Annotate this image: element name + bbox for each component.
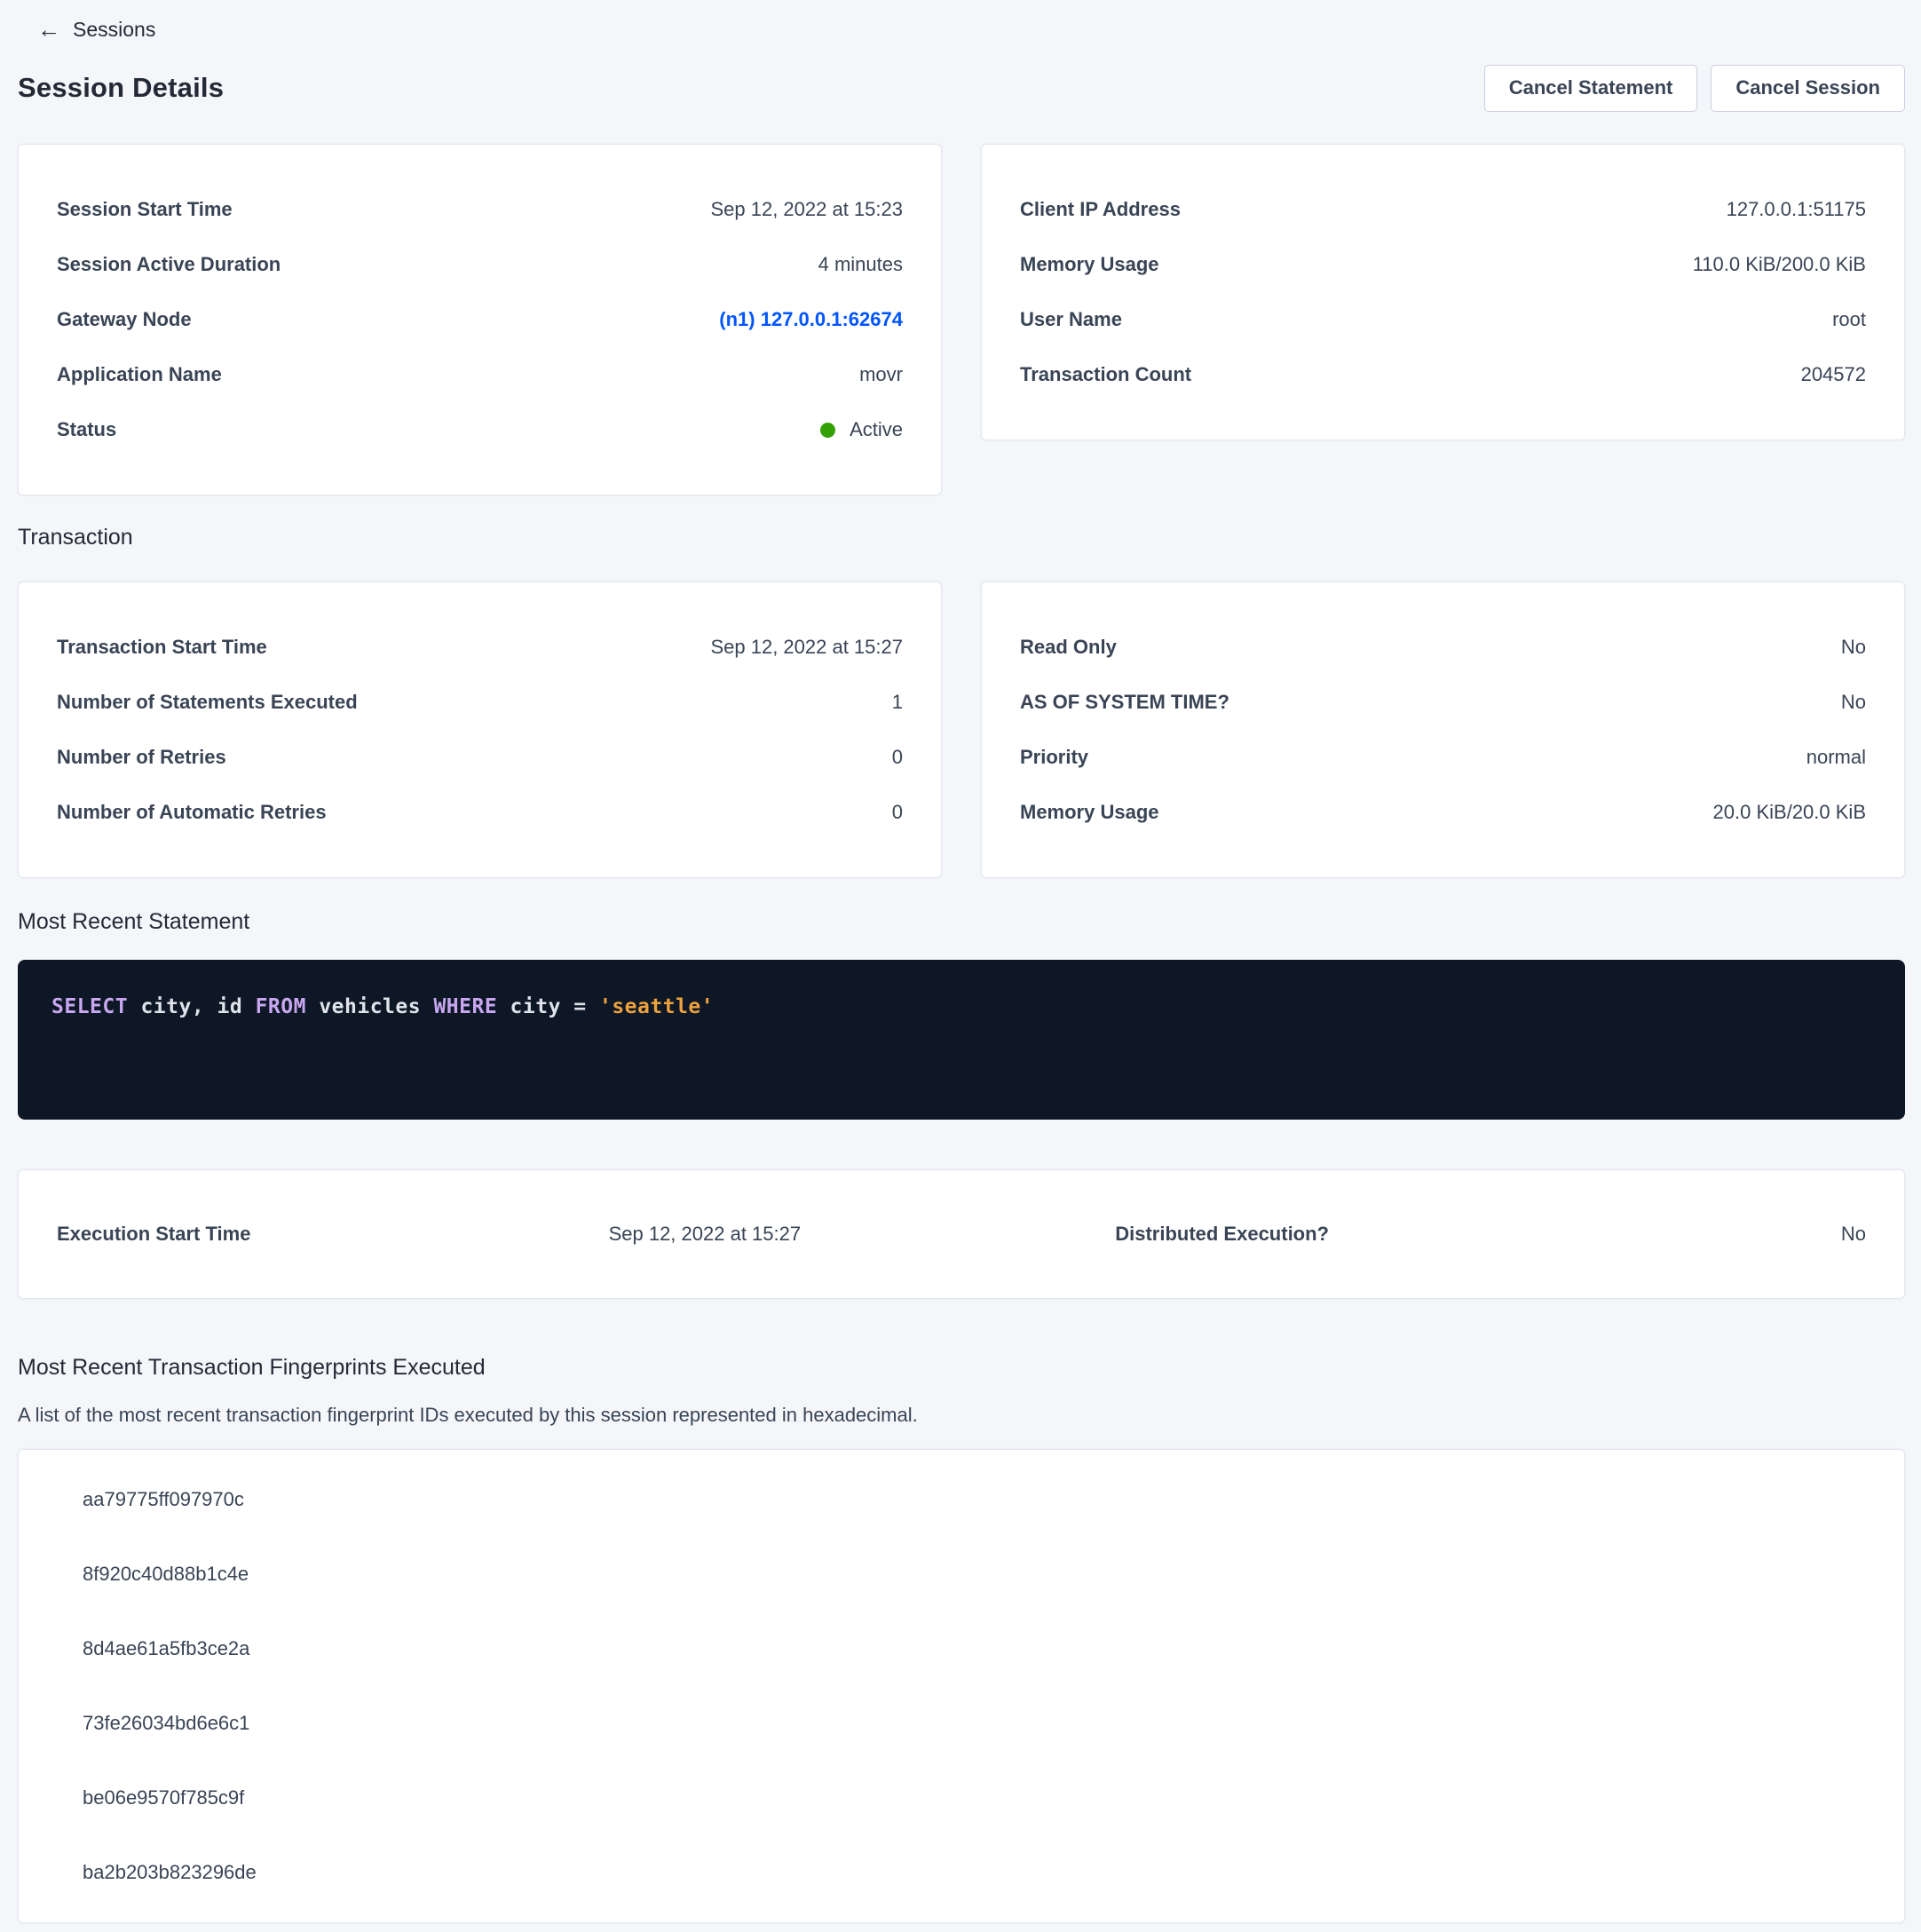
fingerprints-description: A list of the most recent transaction fi… [18,1402,1905,1429]
transaction-props-card: Read Only No AS OF SYSTEM TIME? No Priority n… [981,582,1905,878]
transaction-row: Transaction Start Time Sep 12, 2022 at 15… [18,582,1905,878]
kv-value: 20.0 KiB/20.0 KiB [1713,801,1866,824]
kv-label: Client IP Address [1020,198,1181,221]
kv-value: normal [1806,746,1866,769]
kv-value: Sep 12, 2022 at 15:27 [710,636,903,659]
kv-row: Session Start Time Sep 12, 2022 at 15:23 [57,182,903,237]
kv-row: Client IP Address 127.0.0.1:51175 [1020,182,1866,237]
kv-label: Status [57,418,116,441]
kv-value: 1 [892,691,903,714]
kv-label: Application Name [57,363,222,386]
kv-row: Gateway Node (n1) 127.0.0.1:62674 [57,292,903,347]
page-header: Session Details Cancel Statement Cancel … [18,64,1905,112]
kv-row: Transaction Start Time Sep 12, 2022 at 15… [57,620,903,675]
client-info-card: Client IP Address 127.0.0.1:51175 Memory U… [981,144,1905,440]
kv-value: No [1841,636,1866,659]
kv-value: 4 minutes [818,253,903,276]
cancel-statement-button[interactable]: Cancel Statement [1484,65,1698,112]
kv-label: Number of Retries [57,746,226,769]
transaction-info-card: Transaction Start Time Sep 12, 2022 at 15… [18,582,942,878]
back-link[interactable]: ← Sessions [18,14,1905,44]
kv-row: User Name root [1020,292,1866,347]
session-status-badge: Active [820,418,903,441]
transaction-section-heading: Transaction [18,524,1905,550]
sql-token-keyword: FROM [256,995,306,1018]
kv-label: Session Start Time [57,198,233,221]
kv-row: Memory Usage 20.0 KiB/20.0 KiB [1020,785,1866,840]
fingerprint-list-item: 8d4ae61a5fb3ce2a [19,1611,1904,1686]
fingerprints-card: aa79775ff097970c8f920c40d88b1c4e8d4ae61a… [18,1449,1905,1923]
kv-label: Priority [1020,746,1088,769]
kv-label: Number of Automatic Retries [57,801,327,824]
header-actions: Cancel Statement Cancel Session [1484,65,1905,112]
kv-row: Number of Statements Executed 1 [57,675,903,730]
sql-token-plain: city = [497,995,599,1018]
kv-row: AS OF SYSTEM TIME? No [1020,675,1866,730]
kv-row: Number of Automatic Retries 0 [57,785,903,840]
back-arrow-icon: ← [37,18,60,41]
kv-label: Number of Statements Executed [57,691,358,714]
gateway-node-link[interactable]: (n1) 127.0.0.1:62674 [719,308,903,331]
kv-value: 204572 [1801,363,1866,386]
execution-info-card: Execution Start Time Sep 12, 2022 at 15:… [18,1169,1905,1299]
sql-token-keyword: SELECT [51,995,128,1018]
kv-value: 110.0 KiB/200.0 KiB [1693,253,1866,276]
kv-label: Memory Usage [1020,801,1159,824]
sql-token-string: 'seattle' [599,995,714,1018]
fingerprint-list-item: aa79775ff097970c [19,1462,1904,1537]
session-info-card: Session Start TimeSep 12, 2022 at 15:23S… [18,144,942,495]
distributed-execution-value: No [1841,1223,1866,1246]
fingerprints-section-heading: Most Recent Transaction Fingerprints Exe… [18,1354,1905,1381]
sql-token-plain: city, id [128,995,255,1018]
kv-label: User Name [1020,308,1122,331]
kv-row: Read Only No [1020,620,1866,675]
kv-row: Memory Usage 110.0 KiB/200.0 KiB [1020,237,1866,292]
page-title: Session Details [18,72,224,104]
kv-row: Application Name movr [57,347,903,402]
kv-label: Memory Usage [1020,253,1159,276]
fingerprints-list: aa79775ff097970c8f920c40d88b1c4e8d4ae61a… [19,1462,1904,1910]
sql-token-plain: vehicles [306,995,433,1018]
kv-label: Gateway Node [57,308,192,331]
execution-start-time-value: Sep 12, 2022 at 15:27 [609,1223,1116,1246]
back-link-label: Sessions [73,18,155,42]
kv-row: Priority normal [1020,730,1866,785]
kv-value: movr [859,363,903,386]
kv-row: Status Active [57,402,903,457]
kv-label: AS OF SYSTEM TIME? [1020,691,1229,714]
kv-row: Number of Retries 0 [57,730,903,785]
kv-label: Session Active Duration [57,253,281,276]
kv-label: Transaction Start Time [57,636,267,659]
fingerprint-list-item: ba2b203b823296de [19,1835,1904,1910]
kv-row: Session Active Duration 4 minutes [57,237,903,292]
sql-statement-box: SELECT city, id FROM vehicles WHERE city… [18,960,1905,1120]
statement-section-heading: Most Recent Statement [18,908,1905,935]
sql-statement-text: SELECT city, id FROM vehicles WHERE city… [51,995,1871,1018]
fingerprint-list-item: 8f920c40d88b1c4e [19,1537,1904,1611]
kv-label: Read Only [1020,636,1117,659]
distributed-execution-label: Distributed Execution? [1115,1223,1594,1246]
session-details-page: ← Sessions Session Details Cancel Statem… [0,0,1921,1923]
session-overview-row: Session Start TimeSep 12, 2022 at 15:23S… [18,144,1905,495]
kv-value: No [1841,691,1866,714]
sql-token-keyword: WHERE [433,995,497,1018]
kv-value: Sep 12, 2022 at 15:23 [710,198,903,221]
cancel-session-button[interactable]: Cancel Session [1711,65,1905,112]
execution-start-time-label: Execution Start Time [57,1223,609,1246]
kv-value: 0 [892,801,903,824]
fingerprint-list-item: 73fe26034bd6e6c1 [19,1686,1904,1761]
kv-value: 127.0.0.1:51175 [1727,198,1866,221]
fingerprint-list-item: be06e9570f785c9f [19,1761,1904,1835]
status-active-dot-icon [820,423,835,438]
kv-row: Transaction Count 204572 [1020,347,1866,402]
kv-value: 0 [892,746,903,769]
kv-value: root [1832,308,1866,331]
kv-label: Transaction Count [1020,363,1191,386]
